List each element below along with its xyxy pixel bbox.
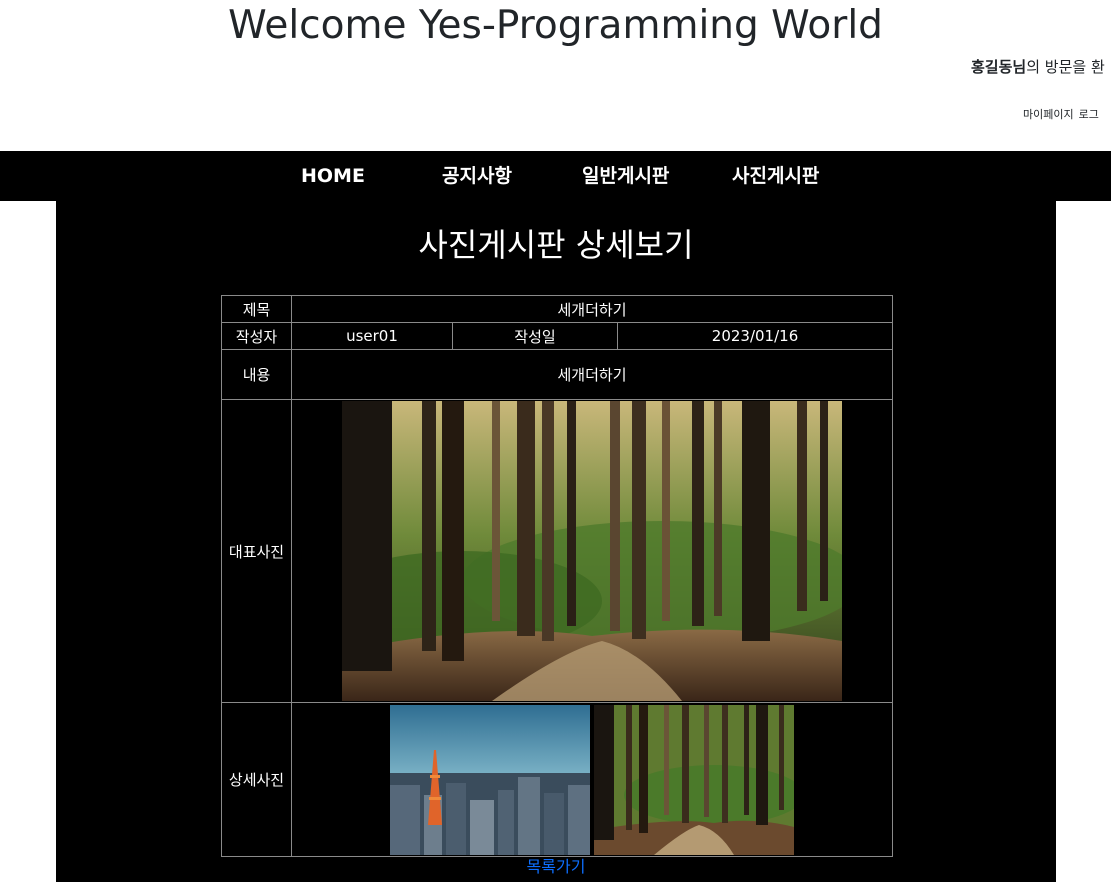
title-value: 세개더하기 [290,295,894,323]
detail-photo-row: 상세사진 [221,702,894,857]
detail-table: 제목 세개더하기 작성자 user01 작성일 2023/01/16 내용 세개… [221,295,894,857]
detail-photo-label: 상세사진 [221,702,292,857]
detail-photo-1 [390,704,591,855]
detail-photo-cell [290,702,894,857]
back-to-list-link[interactable]: 목록가기 [527,857,586,876]
writer-value: user01 [291,322,453,350]
nav-general-board[interactable]: 일반게시판 [582,151,669,201]
content-value: 세개더하기 [290,349,894,400]
user-links: 마이페이지 로그 [1023,107,1104,123]
mypage-link[interactable]: 마이페이지 [1023,108,1074,121]
site-title: Welcome Yes-Programming World [228,3,883,48]
writer-label: 작성자 [221,322,292,350]
list-link-wrapper: 목록가기 [56,856,1056,878]
content-area: 사진게시판 상세보기 제목 세개더하기 작성자 user01 작성일 2023/… [56,201,1056,882]
detail-photo-list [292,703,892,856]
forest-path-photo [342,401,843,701]
detail-photo-2 [594,704,795,855]
date-value: 2023/01/16 [616,322,894,350]
main-navbar: HOME 공지사항 일반게시판 사진게시판 [0,151,1111,201]
main-photo-cell [290,399,894,703]
date-label: 작성일 [452,322,618,350]
title-row: 제목 세개더하기 [221,295,894,323]
title-label: 제목 [221,295,292,323]
main-photo-label: 대표사진 [221,399,292,703]
nav-photo-board[interactable]: 사진게시판 [732,151,819,201]
tokyo-cityscape-photo [390,704,591,855]
main-photo-row: 대표사진 [221,399,894,703]
welcome-message: 홍길동님의 방문을 환 [971,56,1105,78]
logout-link[interactable]: 로그 [1079,108,1099,121]
welcome-suffix: 의 방문을 환 [1026,58,1105,76]
nav-home[interactable]: HOME [301,151,365,201]
content-label: 내용 [221,349,292,400]
nav-notice[interactable]: 공지사항 [442,151,512,201]
writer-row: 작성자 user01 작성일 2023/01/16 [221,322,894,350]
main-photo [342,401,843,701]
user-name: 홍길동님 [971,58,1027,76]
forest-path-photo [594,704,795,855]
content-row: 내용 세개더하기 [221,349,894,400]
page-title: 사진게시판 상세보기 [418,226,694,264]
